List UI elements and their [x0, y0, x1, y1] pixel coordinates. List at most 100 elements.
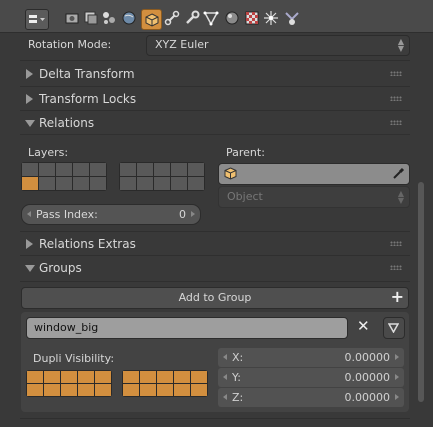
panel-header-groups[interactable]: Groups	[22, 256, 408, 280]
layers-grid-left[interactable]	[21, 162, 107, 191]
axis-label: X:	[232, 351, 244, 364]
collapsed-triangle-icon	[26, 94, 33, 104]
material-icon[interactable]	[223, 9, 241, 27]
chevron-down-icon	[388, 323, 399, 333]
modifiers-icon[interactable]	[183, 9, 201, 27]
dupli-layer-cell[interactable]	[27, 384, 43, 396]
dupli-layer-cell[interactable]	[174, 371, 190, 383]
decrement-arrow-icon[interactable]	[223, 354, 227, 360]
layer-cell[interactable]	[137, 163, 153, 176]
layer-cell[interactable]	[154, 177, 170, 190]
panel-header-transform-locks[interactable]: Transform Locks	[22, 87, 408, 111]
dupli-layer-cell[interactable]	[95, 384, 111, 396]
layer-cell[interactable]	[73, 177, 89, 190]
add-to-group-label: Add to Group	[178, 291, 252, 304]
dupli-layer-cell[interactable]	[61, 371, 77, 383]
dupli-layer-cell[interactable]	[140, 371, 156, 383]
layer-cell[interactable]	[22, 163, 38, 176]
dupli-layer-cell[interactable]	[27, 371, 43, 383]
layer-cell[interactable]	[39, 163, 55, 176]
dupli-layer-cell[interactable]	[140, 384, 156, 396]
scene-icon[interactable]	[100, 9, 118, 27]
decrement-arrow-icon[interactable]	[223, 394, 227, 400]
dupli-layer-cell[interactable]	[191, 371, 207, 383]
panel-header-relations-extras[interactable]: Relations Extras	[22, 232, 408, 256]
eyedropper-icon[interactable]	[392, 167, 405, 180]
layer-cell[interactable]	[154, 163, 170, 176]
world-icon[interactable]	[120, 9, 138, 27]
parent-type-value: Object	[227, 190, 263, 203]
texture-icon[interactable]	[243, 9, 261, 27]
dupli-layers-grid-right[interactable]	[122, 370, 208, 397]
object-icon[interactable]	[141, 9, 162, 30]
dupli-layer-cell[interactable]	[191, 384, 207, 396]
drag-grip-icon[interactable]	[390, 265, 402, 270]
layer-cell[interactable]	[73, 163, 89, 176]
increment-arrow-icon[interactable]	[191, 211, 195, 217]
dupli-layer-cell[interactable]	[157, 384, 173, 396]
dupli-offset-z-field[interactable]: Z: 0.00000	[218, 388, 404, 407]
rotation-mode-select[interactable]: XYZ Euler ▲ ▼	[146, 35, 410, 56]
editor-type-icon[interactable]	[25, 9, 49, 30]
layer-cell[interactable]	[56, 177, 72, 190]
dupli-layer-cell[interactable]	[174, 384, 190, 396]
layer-cell[interactable]	[56, 163, 72, 176]
group-specials-menu[interactable]	[383, 317, 405, 339]
pass-index-field[interactable]: Pass Index: 0	[21, 204, 201, 225]
render-icon[interactable]	[64, 9, 82, 27]
dupli-offset-x-field[interactable]: X: 0.00000	[218, 348, 404, 367]
pass-index-value: 0	[179, 208, 186, 221]
particles-icon[interactable]	[262, 9, 280, 27]
dupli-layer-cell[interactable]	[95, 371, 111, 383]
dupli-offset-y-field[interactable]: Y: 0.00000	[218, 368, 404, 387]
layer-cell[interactable]	[188, 163, 204, 176]
dupli-layer-cell[interactable]	[44, 384, 60, 396]
decrement-arrow-icon[interactable]	[27, 211, 31, 217]
layers-grid-right[interactable]	[119, 162, 205, 191]
group-name-field[interactable]: window_big	[26, 317, 348, 339]
axis-value: 0.00000	[344, 351, 391, 364]
layer-cell[interactable]	[39, 177, 55, 190]
drag-grip-icon[interactable]	[390, 241, 402, 246]
axis-value: 0.00000	[344, 371, 391, 384]
data-icon[interactable]	[202, 9, 220, 27]
dupli-visibility-label: Dupli Visibility:	[33, 352, 115, 365]
divider	[20, 60, 410, 61]
drag-grip-icon[interactable]	[390, 96, 402, 101]
panel-header-delta-transform[interactable]: Delta Transform	[22, 62, 408, 86]
dupli-layer-cell[interactable]	[78, 371, 94, 383]
close-icon[interactable]: ✕	[357, 317, 370, 335]
collapsed-triangle-icon	[26, 69, 33, 79]
dropdown-arrows-icon: ▲ ▼	[397, 37, 404, 53]
layer-cell[interactable]	[171, 163, 187, 176]
dupli-layer-cell[interactable]	[123, 371, 139, 383]
physics-icon[interactable]	[283, 9, 301, 27]
layer-cell[interactable]	[90, 163, 106, 176]
dupli-layer-cell[interactable]	[157, 371, 173, 383]
drag-grip-icon[interactable]	[390, 120, 402, 125]
add-to-group-button[interactable]: Add to Group +	[21, 287, 409, 309]
increment-arrow-icon[interactable]	[395, 394, 399, 400]
layer-cell[interactable]	[137, 177, 153, 190]
dupli-layer-cell[interactable]	[61, 384, 77, 396]
scrollbar[interactable]	[418, 182, 424, 402]
layer-cell-active[interactable]	[22, 177, 38, 190]
render-layers-icon[interactable]	[82, 9, 100, 27]
layer-cell[interactable]	[90, 177, 106, 190]
increment-arrow-icon[interactable]	[395, 354, 399, 360]
parent-field[interactable]	[218, 163, 410, 185]
layer-cell[interactable]	[171, 177, 187, 190]
layer-cell[interactable]	[120, 177, 136, 190]
layer-cell[interactable]	[188, 177, 204, 190]
panel-header-relations[interactable]: Relations	[22, 111, 408, 135]
drag-grip-icon[interactable]	[390, 71, 402, 76]
dupli-layer-cell[interactable]	[44, 371, 60, 383]
decrement-arrow-icon[interactable]	[223, 374, 227, 380]
dupli-layer-cell[interactable]	[123, 384, 139, 396]
increment-arrow-icon[interactable]	[395, 374, 399, 380]
panel-title: Relations	[39, 116, 95, 130]
dupli-layers-grid-left[interactable]	[26, 370, 112, 397]
constraints-icon[interactable]	[163, 9, 181, 27]
layer-cell[interactable]	[120, 163, 136, 176]
dupli-layer-cell[interactable]	[78, 384, 94, 396]
